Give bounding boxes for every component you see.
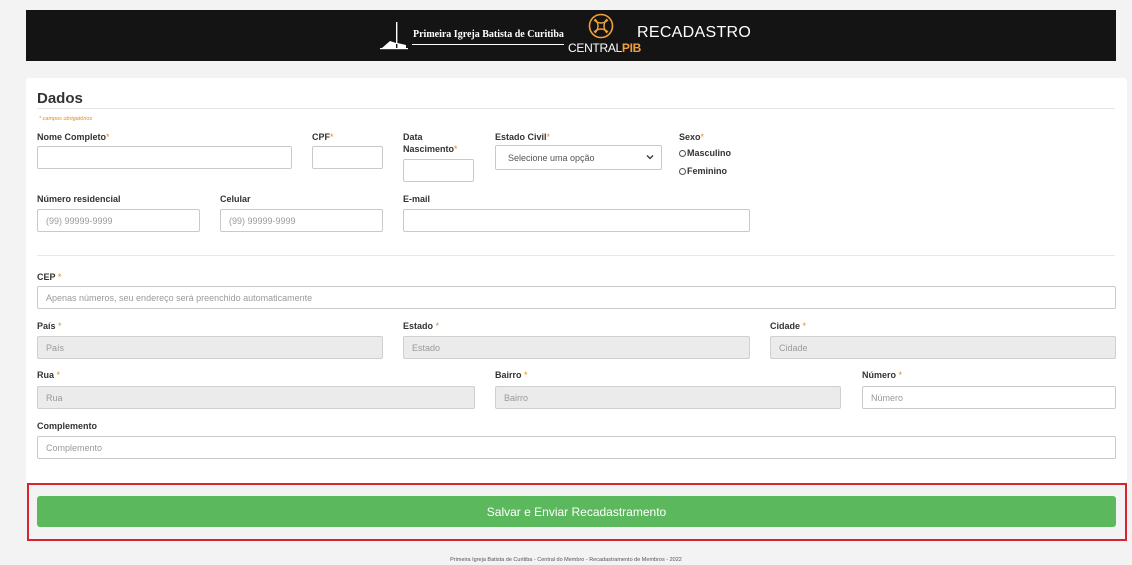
- celular-label: Celular: [220, 194, 251, 204]
- required-asterisk: *: [330, 132, 334, 142]
- section-divider: [37, 108, 1115, 109]
- required-asterisk: *: [898, 370, 903, 380]
- required-asterisk: *: [802, 321, 807, 331]
- required-asterisk: *: [546, 132, 551, 142]
- estado-label: Estado *: [403, 320, 439, 332]
- required-asterisk: *: [106, 132, 110, 142]
- estado-input: [403, 336, 750, 359]
- radio-masculino[interactable]: Masculino: [679, 148, 731, 158]
- numero-label: Número *: [862, 369, 902, 381]
- bairro-input: [495, 386, 841, 409]
- central-pib-text: CENTRALPIB: [568, 41, 641, 55]
- rua-label: Rua *: [37, 369, 60, 381]
- footer-text: Primeira Igreja Batista de Curitiba - Ce…: [450, 557, 682, 563]
- nascimento-label-line2: Nascimento: [403, 144, 455, 154]
- estado-civil-label-text: Estado Civil: [495, 132, 547, 142]
- church-name-text: Primeira Igreja Batista de Curitiba: [413, 29, 564, 40]
- nascimento-label: Data Nascimento*: [403, 131, 458, 155]
- required-asterisk: *: [454, 144, 458, 154]
- form-card: [26, 78, 1127, 483]
- estado-civil-select[interactable]: Selecione uma opção: [495, 145, 662, 170]
- church-underline: [412, 44, 564, 45]
- cidade-input: [770, 336, 1116, 359]
- bairro-label: Bairro *: [495, 369, 528, 381]
- cep-label: CEP *: [37, 271, 61, 283]
- required-asterisk: *: [57, 272, 62, 282]
- estado-label-text: Estado: [403, 321, 434, 331]
- required-asterisk: *: [58, 321, 62, 331]
- bairro-label-text: Bairro: [495, 370, 522, 380]
- pais-input: [37, 336, 383, 359]
- data-nascimento-input[interactable]: [403, 159, 474, 182]
- rua-input: [37, 386, 475, 409]
- cpf-input[interactable]: [312, 146, 383, 169]
- nome-label-text: Nome Completo: [37, 132, 107, 142]
- pais-label: País *: [37, 320, 62, 332]
- required-asterisk: *: [700, 132, 705, 142]
- nome-label: Nome Completo*: [37, 131, 110, 143]
- central-prefix: CENTRAL: [568, 41, 622, 55]
- church-brand[interactable]: Primeira Igreja Batista de Curitiba: [380, 16, 564, 54]
- pais-label-text: País: [37, 321, 56, 331]
- page-title: RECADASTRO: [637, 24, 752, 41]
- cidade-label-text: Cidade: [770, 321, 801, 331]
- cpf-label: CPF*: [312, 131, 334, 143]
- celular-input[interactable]: [220, 209, 383, 232]
- email-input[interactable]: [403, 209, 750, 232]
- complemento-label: Complemento: [37, 421, 98, 431]
- chevron-down-icon: [646, 155, 654, 160]
- central-pib-logo[interactable]: CENTRALPIB: [566, 13, 641, 59]
- numero-residencial-label: Número residencial: [37, 194, 121, 204]
- cep-label-text: CEP: [37, 272, 56, 282]
- required-asterisk: *: [524, 370, 528, 380]
- church-building-icon: [380, 22, 408, 50]
- required-fields-note: * campos obrigatórios: [39, 116, 93, 122]
- radio-masculino-label: Masculino: [687, 148, 732, 158]
- estado-civil-label: Estado Civil*: [495, 131, 550, 143]
- cpf-label-text: CPF: [312, 132, 330, 142]
- cep-input[interactable]: [37, 286, 1116, 309]
- section-divider: [37, 255, 1115, 256]
- sexo-label-text: Sexo: [679, 132, 701, 142]
- complemento-input[interactable]: [37, 436, 1116, 459]
- central-suffix: PIB: [621, 41, 642, 55]
- radio-circle-icon: [679, 149, 686, 157]
- numero-input[interactable]: [862, 386, 1116, 409]
- cidade-label: Cidade *: [770, 320, 806, 332]
- sexo-label: Sexo*: [679, 131, 704, 143]
- estado-civil-selected-value: Selecione uma opção: [508, 152, 595, 163]
- numero-residencial-input[interactable]: [37, 209, 200, 232]
- required-asterisk: *: [435, 321, 440, 331]
- email-label: E-mail: [403, 194, 431, 204]
- radio-circle-icon: [679, 167, 686, 175]
- save-and-submit-button[interactable]: Salvar e Enviar Recadastramento: [37, 496, 1116, 527]
- nascimento-label-line1: Data: [403, 132, 423, 142]
- globe-icon: [588, 13, 614, 39]
- nome-completo-input[interactable]: [37, 146, 292, 169]
- required-asterisk: *: [56, 370, 61, 380]
- section-title-dados: Dados: [37, 90, 83, 107]
- radio-feminino-label: Feminino: [687, 166, 727, 176]
- top-header-bar: Primeira Igreja Batista de Curitiba CENT…: [26, 10, 1116, 61]
- numero-label-text: Número: [862, 370, 897, 380]
- rua-label-text: Rua: [37, 370, 55, 380]
- radio-feminino[interactable]: Feminino: [679, 166, 727, 176]
